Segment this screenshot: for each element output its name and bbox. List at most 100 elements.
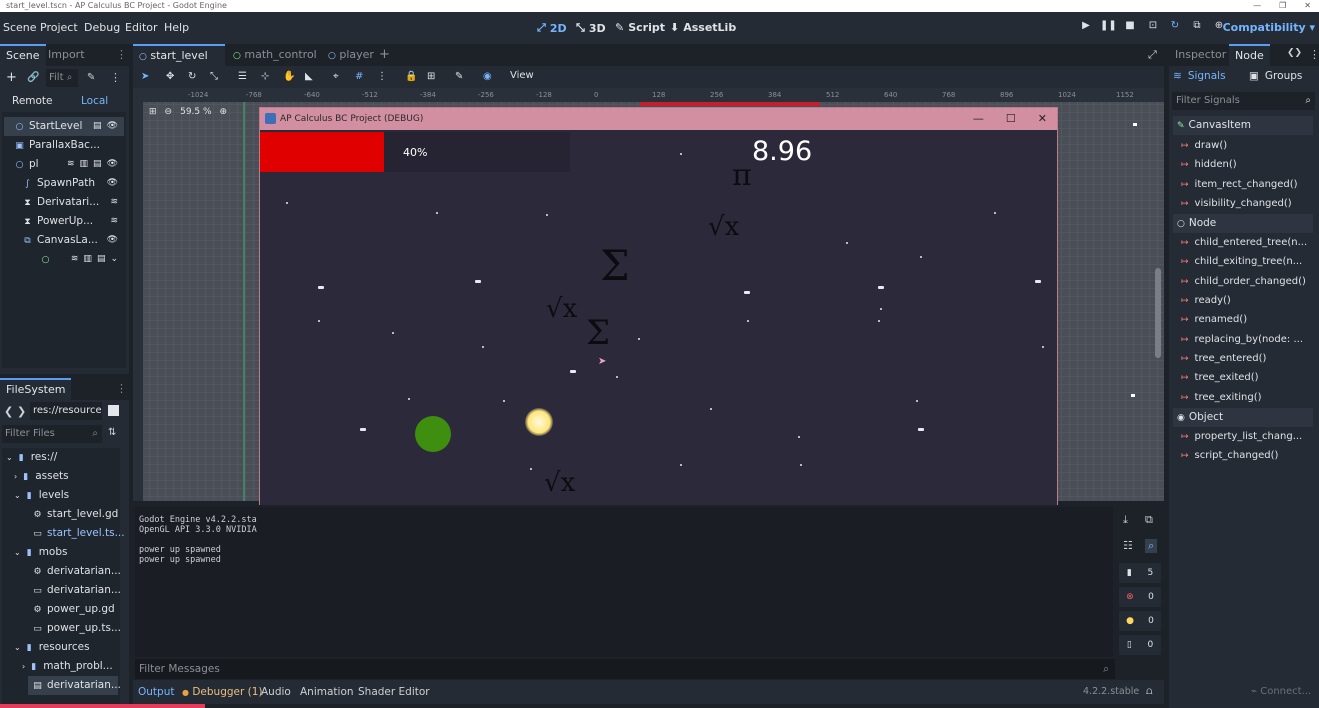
tree-node-parallax[interactable]: ▣ ParallaxBac... — [4, 136, 124, 155]
view-menu[interactable]: View — [510, 70, 534, 81]
sort-icon[interactable]: ⇅ — [108, 427, 116, 438]
file-item-start-level-gd[interactable]: ⚙ start_level.gd — [2, 505, 118, 524]
snap-options-icon[interactable]: ⋮ — [377, 71, 387, 82]
signal-item[interactable]: ↦ item_rect_changed() — [1181, 175, 1316, 194]
signal-item[interactable]: ↦ tree_entered() — [1181, 349, 1316, 368]
skeleton-icon[interactable]: ✎ — [455, 71, 463, 82]
dock-arrows-icon[interactable]: ❮❯ — [1287, 48, 1302, 58]
script-icon[interactable]: ▤ — [97, 250, 106, 269]
signal-item[interactable]: ↦ visibility_changed() — [1181, 194, 1316, 213]
file-item-res[interactable]: ⌄ ▮ res:// — [2, 448, 57, 467]
tab-start-level[interactable]: ○ start_level ✕ — [133, 44, 225, 83]
local-tab[interactable]: Local — [81, 95, 108, 107]
signal-item[interactable]: ↦ renamed() — [1181, 310, 1316, 329]
menu-scene[interactable]: Scene — [3, 21, 37, 34]
filter-warnings-button[interactable]: ● 0 — [1119, 611, 1161, 631]
list-tool-icon[interactable]: ☰ — [238, 71, 247, 82]
viewport-scrollbar[interactable] — [1155, 268, 1161, 358]
menu-project[interactable]: Project — [40, 21, 78, 34]
tab-player[interactable]: ○ player — [322, 44, 380, 66]
file-item-power-up-gd[interactable]: ⚙ power_up.gd — [2, 600, 114, 619]
scene-menu-icon[interactable]: ⋮ — [110, 71, 121, 84]
add-node-icon[interactable]: + — [6, 70, 17, 85]
link-icon[interactable]: 🔗 — [27, 72, 39, 83]
signal-item[interactable]: ↦ replacing_by(node: ... — [1181, 330, 1316, 349]
tree-node-pl[interactable]: ○ pl ≋ ▥ ▤ 👁 — [4, 155, 124, 174]
lock-icon[interactable]: 🔒 — [405, 71, 417, 82]
file-item-math-problems[interactable]: › ▮ math_probl... — [2, 657, 113, 676]
signal-item[interactable]: ↦ child_entered_tree(n... — [1181, 233, 1316, 252]
play-scene-icon[interactable]: ⧉ — [1189, 20, 1205, 36]
select-tool-icon[interactable]: ➤ — [141, 71, 149, 82]
tab-scene[interactable]: Scene — [0, 44, 46, 66]
tree-node-spawnpath[interactable]: ∫ SpawnPath 👁 — [4, 174, 124, 193]
filter-signals-input[interactable]: Filter Signals ⌕ — [1172, 92, 1315, 110]
signal-icon[interactable]: ≋ — [71, 250, 79, 269]
split-view-icon[interactable] — [108, 405, 119, 416]
tab-math-control[interactable]: ○ math_control — [227, 44, 323, 66]
tree-node-canvaslayer[interactable]: ⧉ CanvasLa... 👁 — [4, 231, 124, 250]
signal-item[interactable]: ↦ ready() — [1181, 291, 1316, 310]
tab-node[interactable]: Node — [1229, 44, 1270, 66]
file-item-derivatarian-res[interactable]: ▤ derivatarian... — [28, 676, 121, 695]
file-item-levels[interactable]: ⌄ ▮ levels — [2, 486, 69, 505]
visibility-icon[interactable]: 👁 — [107, 174, 118, 193]
file-item-resources[interactable]: ⌄ ▮ resources — [2, 638, 90, 657]
pause-icon[interactable]: ❚❚ — [1100, 20, 1117, 36]
minimize-icon[interactable]: — — [1253, 0, 1261, 12]
file-item-derivatarian-tscn[interactable]: ▭ derivatarian... — [2, 581, 121, 600]
signal-item[interactable]: ↦ child_order_changed() — [1181, 272, 1316, 291]
dock-menu-icon[interactable]: ⋮ — [1309, 48, 1319, 61]
expand-panel-icon[interactable]: ⩍ — [1146, 686, 1153, 697]
camera-override-icon[interactable]: ◉ — [483, 71, 492, 82]
tab-shader-editor[interactable]: Shader Editor — [358, 686, 430, 698]
section-canvasitem[interactable]: ✎ CanvasItem — [1173, 116, 1313, 135]
tree-node-child[interactable]: ○ ≋ ▥ ▤ ⌄ — [4, 250, 124, 269]
clear-output-icon[interactable]: ⤓ — [1123, 513, 1128, 527]
menu-debug[interactable]: Debug — [84, 21, 120, 34]
filter-messages-input[interactable]: Filter Messages ⌕ — [135, 659, 1115, 679]
tab-animation[interactable]: Animation — [300, 686, 354, 698]
forward-icon[interactable]: ❯ — [17, 405, 26, 418]
menu-help[interactable]: Help — [164, 21, 189, 34]
tab-import[interactable]: Import — [42, 44, 91, 66]
dock-menu-icon[interactable]: ⋮ — [116, 48, 127, 61]
group-icon[interactable]: ⊞ — [427, 71, 435, 82]
chevron-down-icon[interactable]: ⌄ — [110, 250, 118, 269]
play-icon[interactable]: ▶ — [1078, 20, 1094, 36]
search-toggle-icon[interactable]: ⌕ — [1145, 539, 1158, 553]
smart-snap-icon[interactable]: ⌖ — [333, 71, 339, 82]
path-field[interactable]: res://resource — [30, 402, 102, 420]
pan-tool-icon[interactable]: ✋ — [283, 71, 295, 82]
workspace-2d-button[interactable]: ⤢ 2D — [537, 21, 567, 35]
filter-messages-button[interactable]: ▮ 5 — [1119, 563, 1161, 583]
renderer-select[interactable]: Compatibility ▾ — [1223, 21, 1315, 34]
grid-snap-icon[interactable]: # — [355, 71, 363, 82]
menu-editor[interactable]: Editor — [125, 21, 158, 34]
signal-item[interactable]: ↦ tree_exiting() — [1181, 388, 1316, 407]
groups-icon[interactable]: ▥ — [80, 155, 89, 174]
ruler-tool-icon[interactable]: ◣ — [305, 71, 313, 82]
back-icon[interactable]: ❮ — [4, 405, 13, 418]
signal-item[interactable]: ↦ child_exiting_tree(n... — [1181, 252, 1316, 271]
section-object[interactable]: ◉ Object — [1173, 408, 1313, 427]
groups-subtab[interactable]: ▣ Groups — [1249, 70, 1302, 82]
zoom-out-icon[interactable]: ⊖ — [165, 107, 173, 117]
move-tool-icon[interactable]: ✥ — [166, 71, 174, 82]
maximize-icon[interactable]: ❐ — [1279, 0, 1286, 12]
scene-filter-input[interactable]: Filt ⌕ — [46, 69, 78, 87]
filter-errors-button[interactable]: ⊗ 0 — [1119, 587, 1161, 607]
file-item-power-up-tscn[interactable]: ▭ power_up.ts... — [2, 619, 121, 638]
close-icon[interactable]: ✕ — [1038, 108, 1047, 130]
signal-item[interactable]: ↦ draw() — [1181, 136, 1316, 155]
add-tab-icon[interactable]: + — [379, 47, 390, 62]
groups-icon[interactable]: ▥ — [83, 250, 92, 269]
reload-icon[interactable]: ↻ — [1167, 20, 1183, 36]
workspace-assetlib-button[interactable]: ⬇ AssetLib — [670, 21, 736, 34]
attach-script-icon[interactable]: ✎ — [87, 72, 95, 83]
copy-output-icon[interactable]: ⧉ — [1145, 513, 1153, 527]
filter-files-input[interactable]: Filter Files ⌕ — [2, 425, 102, 443]
signal-item[interactable]: ↦ hidden() — [1181, 155, 1316, 174]
viewport-options-icon[interactable]: ⊞ — [149, 107, 157, 117]
section-node[interactable]: ○ Node — [1173, 214, 1313, 233]
